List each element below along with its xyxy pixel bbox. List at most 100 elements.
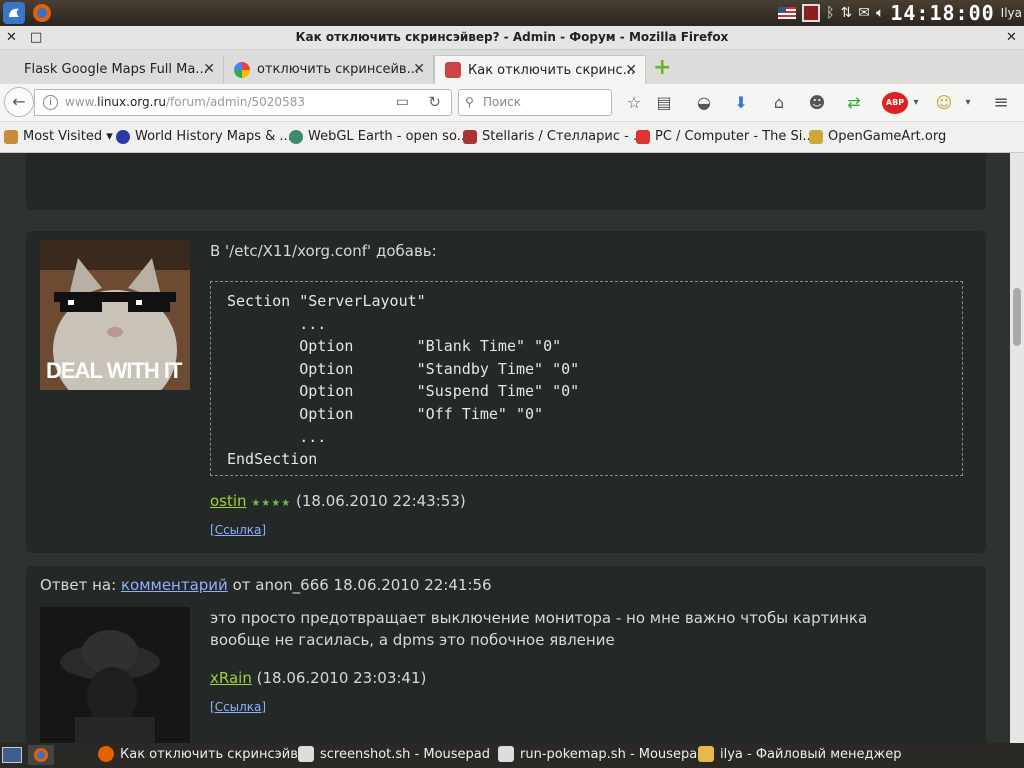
reply-signature: xRain (18.06.2010 23:03:41)	[210, 669, 426, 687]
rating-stars: ★★★★	[251, 498, 292, 509]
home-folder-icon	[698, 746, 714, 762]
url-path: /forum/admin/5020583	[166, 95, 305, 109]
permalink-label[interactable]: Ссылка	[215, 523, 262, 537]
avatar[interactable]	[40, 607, 190, 743]
tab-google-search[interactable]: отключить скринсейв... ✕	[224, 55, 434, 84]
window-minimize-button[interactable]: ✕	[1006, 30, 1017, 45]
bookmark-world-history-maps[interactable]: World History Maps & ...	[116, 129, 292, 144]
bookmark-label: PC / Computer - The Si...	[655, 129, 815, 144]
permalink[interactable]: [Ссылка]	[210, 700, 266, 714]
bookmark-stellaris[interactable]: Stellaris / Стелларис - ...	[463, 129, 645, 144]
search-input[interactable]: ⚲ Поиск	[458, 89, 612, 116]
home-icon[interactable]: ⌂	[768, 92, 790, 114]
window-title: Как отключить скринсэйвер? - Admin - Фор…	[295, 30, 729, 44]
globe-icon	[289, 129, 303, 144]
comment-post: DEAL WITH IT В '/etc/X11/xorg.conf' доба…	[26, 231, 986, 553]
folder-icon	[4, 129, 18, 144]
bookmarks-list-icon[interactable]: ▤	[653, 92, 675, 114]
permalink[interactable]: [Ссылка]	[210, 523, 266, 537]
taskbar-item-screenshot-sh[interactable]: screenshot.sh - Mousepad	[298, 746, 490, 762]
author-link[interactable]: ostin	[210, 492, 247, 510]
google-icon	[234, 61, 250, 78]
code-block: Section "ServerLayout" ... Option "Blank…	[210, 281, 963, 476]
avatar[interactable]: DEAL WITH IT	[40, 240, 190, 390]
bookmarks-toolbar: Most Visited ▾ World History Maps & ... …	[0, 122, 1024, 153]
close-icon[interactable]: ✕	[413, 61, 425, 77]
chat-icon[interactable]: ☻	[806, 92, 828, 114]
taskbar-item-run-pokemap-sh[interactable]: run-pokemap.sh - Mousepad	[498, 746, 705, 762]
tab-label: Как отключить скринс...	[468, 62, 636, 78]
navigation-bar: ← i www.linux.org.ru/forum/admin/5020583…	[0, 84, 1024, 122]
record-icon[interactable]	[802, 4, 821, 22]
chevron-down-icon[interactable]: ▾	[905, 92, 927, 114]
opengameart-icon	[809, 129, 823, 144]
taskbar-item-firefox[interactable]: Как отключить скринсэйв...	[98, 746, 310, 762]
world-history-icon	[116, 129, 130, 144]
permalink-label[interactable]: Ссылка	[215, 700, 262, 714]
reload-icon[interactable]: ↻	[428, 90, 441, 115]
volume-icon[interactable]: 🔈︎	[876, 5, 884, 21]
bookmark-label: Stellaris / Стелларис - ...	[482, 129, 646, 144]
app-menu-icon[interactable]	[3, 2, 25, 24]
close-icon[interactable]: ✕	[625, 62, 637, 78]
username[interactable]: Ilya	[1001, 6, 1022, 20]
url-bar[interactable]: i www.linux.org.ru/forum/admin/5020583 ▭…	[34, 89, 452, 116]
scrollbar[interactable]	[1010, 153, 1024, 743]
mail-icon[interactable]: ✉	[858, 5, 870, 21]
window-title-bar: ✕ □ Как отключить скринсэйвер? - Admin -…	[0, 26, 1024, 50]
comment-timestamp: (18.06.2010 22:43:53)	[295, 492, 466, 510]
previous-post	[26, 153, 986, 210]
bookmark-label: World History Maps & ...	[135, 129, 292, 144]
sync-arrows-icon[interactable]: ⇄	[843, 92, 865, 114]
bookmark-pc-computer[interactable]: PC / Computer - The Si...	[636, 129, 815, 144]
greasemonkey-icon[interactable]: ☺	[933, 92, 955, 114]
bookmark-star-icon[interactable]: ☆	[623, 92, 645, 114]
bookmark-label: Most Visited ▾	[23, 129, 113, 144]
search-icon: ⚲	[465, 95, 474, 109]
url-prefix: www.	[65, 95, 98, 109]
firefox-launcher-icon[interactable]	[28, 745, 54, 765]
reader-view-icon[interactable]: ▭	[396, 90, 409, 115]
comment-text: В '/etc/X11/xorg.conf' добавь:	[210, 242, 437, 260]
pocket-icon[interactable]: ◒	[693, 92, 715, 114]
tab-linux-org-ru[interactable]: Как отключить скринс... ✕	[434, 55, 646, 84]
tab-label: Flask Google Maps Full Ma...	[24, 62, 208, 77]
bookmark-opengameart[interactable]: OpenGameArt.org	[809, 129, 946, 144]
tab-flask-google-maps[interactable]: Flask Google Maps Full Ma... ✕	[14, 55, 224, 84]
reply-timestamp: (18.06.2010 23:03:41)	[256, 669, 427, 687]
task-label: run-pokemap.sh - Mousepad	[520, 746, 706, 762]
page-content: DEAL WITH IT В '/etc/X11/xorg.conf' доба…	[0, 153, 1010, 743]
info-icon[interactable]: i	[43, 95, 58, 110]
task-label: ilya - Файловый менеджер	[720, 746, 902, 762]
bookmark-most-visited[interactable]: Most Visited ▾	[4, 129, 113, 144]
network-arrows-icon[interactable]: ⇅	[840, 5, 852, 21]
bookmark-webgl-earth[interactable]: WebGL Earth - open so...	[289, 129, 469, 144]
close-icon[interactable]: ✕	[203, 61, 215, 77]
keyboard-layout-flag-icon[interactable]	[778, 7, 797, 19]
show-desktop-icon[interactable]	[2, 747, 22, 763]
reply-info: от anon_666 18.06.2010 22:41:56	[232, 576, 492, 594]
back-button[interactable]: ←	[4, 87, 34, 117]
reply-header: Ответ на: комментарий от anon_666 18.06.…	[40, 576, 492, 594]
reply-prefix: Ответ на:	[40, 576, 117, 594]
chevron-down-icon[interactable]: ▾	[957, 92, 979, 114]
reply-comment-link[interactable]: комментарий	[121, 576, 228, 594]
hamburger-menu-icon[interactable]: ≡	[990, 92, 1012, 114]
clock[interactable]: 14:18:00	[890, 3, 994, 23]
author-link[interactable]: xRain	[210, 669, 252, 687]
scrollbar-thumb[interactable]	[1013, 288, 1021, 346]
taskbar-item-file-manager[interactable]: ilya - Файловый менеджер	[698, 746, 901, 762]
bookmark-label: WebGL Earth - open so...	[308, 129, 470, 144]
firefox-launcher-icon[interactable]	[31, 2, 53, 24]
tab-bar: Flask Google Maps Full Ma... ✕ отключить…	[0, 50, 1024, 84]
tab-label: отключить скринсейв...	[257, 62, 419, 77]
bluetooth-icon[interactable]: ᛒ	[826, 5, 834, 21]
downloads-icon[interactable]: ⬇	[730, 92, 752, 114]
avatar-caption: DEAL WITH IT	[46, 358, 182, 383]
task-label: Как отключить скринсэйв...	[120, 746, 311, 762]
text-editor-icon	[298, 746, 314, 762]
url-domain: linux.org.ru	[97, 95, 166, 109]
firefox-icon	[98, 746, 114, 762]
new-tab-button[interactable]: +	[653, 55, 671, 80]
stellaris-icon	[463, 129, 477, 144]
